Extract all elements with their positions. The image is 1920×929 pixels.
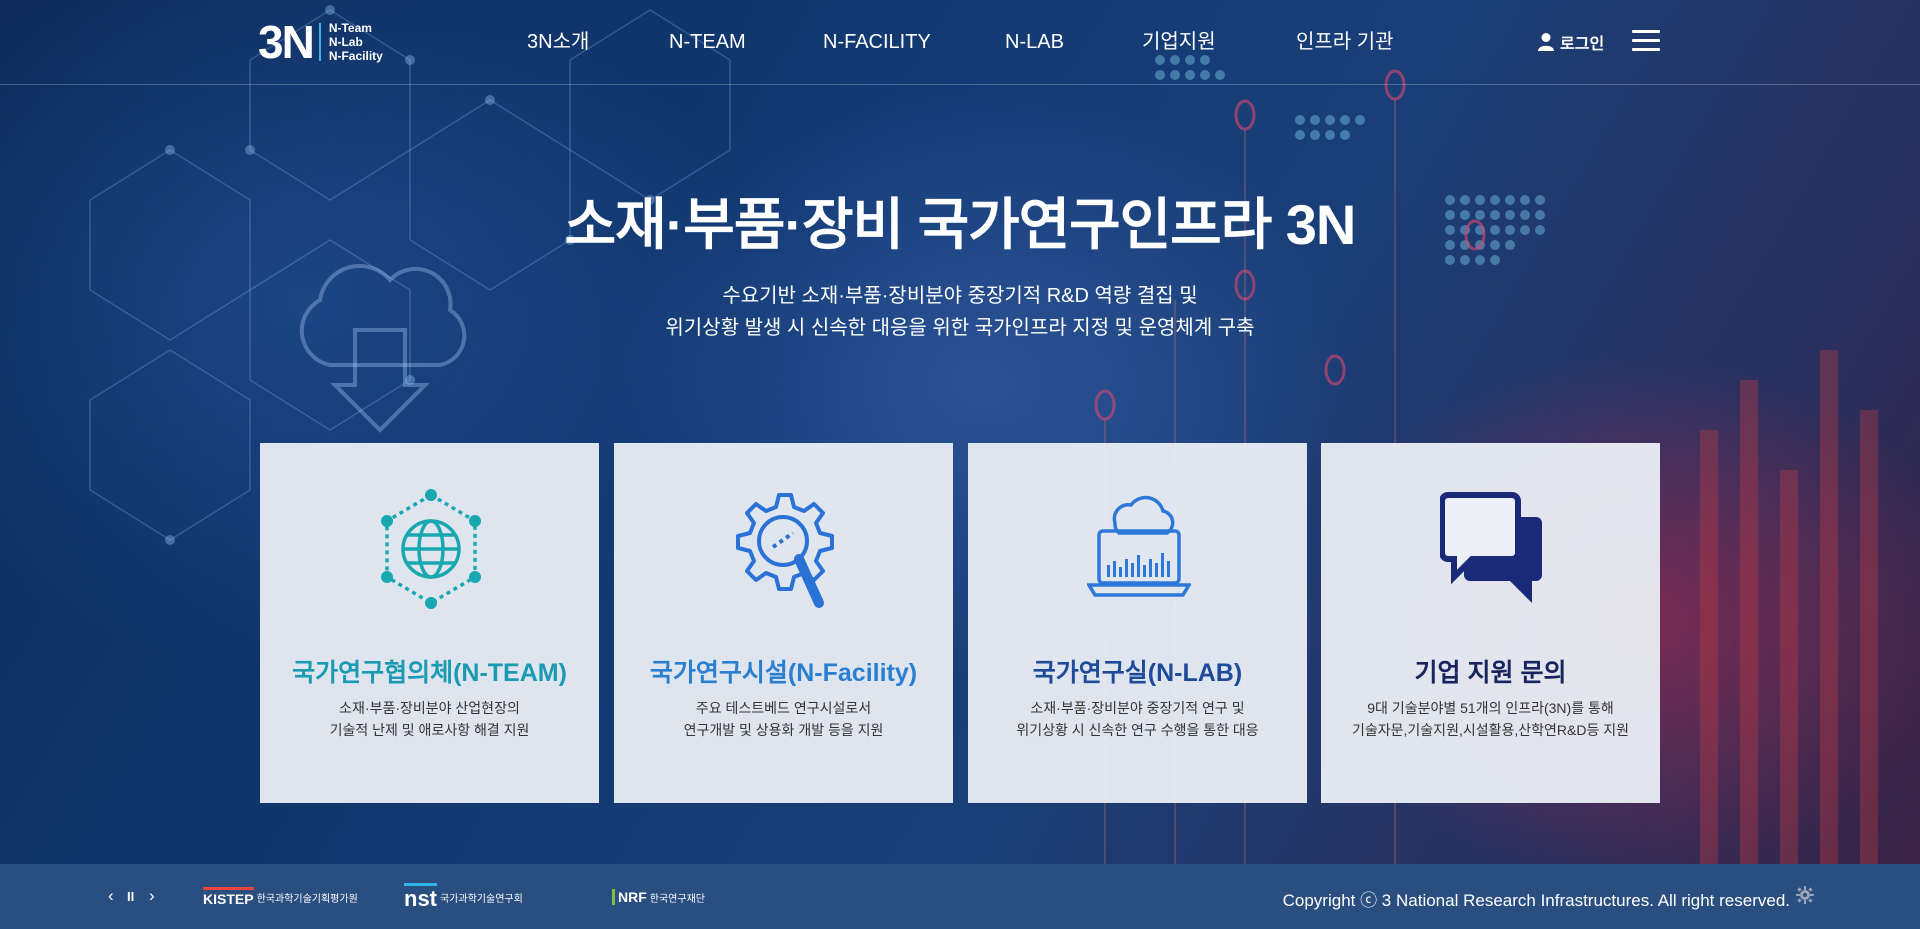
top-navigation-bar: 3N N-Team N-Lab N-Facility 3N소개 N-TEAM N… bbox=[0, 0, 1920, 85]
nav-item-n-lab[interactable]: N-LAB bbox=[1005, 28, 1064, 56]
card-desc-line-2: 기술적 난제 및 애로사항 해결 지원 bbox=[329, 722, 530, 738]
nav-item-n-team[interactable]: N-TEAM bbox=[669, 28, 746, 56]
card-title: 국가연구협의체(N-TEAM) bbox=[292, 659, 567, 687]
partner-name: 국가과학기술연구회 bbox=[440, 893, 523, 905]
nav-item-business-support[interactable]: 기업지원 bbox=[1142, 28, 1216, 56]
card-description: 9대 기술분야별 51개의 인프라(3N)를 통해 기술자문,기술지원,시설활용… bbox=[1321, 697, 1660, 741]
service-cards: 국가연구협의체(N-TEAM) 소재·부품·장비분야 산업현장의 기술적 난제 … bbox=[260, 443, 1660, 803]
card-title: 국가연구실(N-LAB) bbox=[1032, 659, 1243, 687]
nav-item-n-facility[interactable]: N-FACILITY bbox=[823, 28, 931, 56]
slide-prev-button[interactable]: ‹ bbox=[108, 886, 114, 906]
card-desc-line-1: 소재·부품·장비분야 중장기적 연구 및 bbox=[1030, 700, 1245, 716]
card-description: 소재·부품·장비분야 중장기적 연구 및 위기상황 시 신속한 연구 수행을 통… bbox=[968, 697, 1307, 741]
partner-name: 한국과학기술기획평가원 bbox=[256, 893, 358, 905]
hero-subtitle-line-2: 위기상황 발생 시 신속한 대응을 위한 국가인프라 지정 및 운영체계 구축 bbox=[665, 317, 1255, 339]
card-desc-line-1: 주요 테스트베드 연구시설로서 bbox=[695, 700, 872, 716]
hero-title: 소재·부품·장비 국가연구인프라 3N bbox=[564, 193, 1357, 256]
chat-bubbles-icon bbox=[1440, 492, 1542, 603]
hero-banner: 3N N-Team N-Lab N-Facility 3N소개 N-TEAM N… bbox=[0, 0, 1920, 864]
card-desc-line-2: 기술자문,기술지원,시설활용,산학연R&D등 지원 bbox=[1352, 722, 1629, 738]
hamburger-menu-icon[interactable] bbox=[1632, 30, 1660, 54]
card-n-team[interactable]: 국가연구협의체(N-TEAM) 소재·부품·장비분야 산업현장의 기술적 난제 … bbox=[260, 443, 599, 803]
logo-divider bbox=[318, 23, 321, 61]
card-desc-line-2: 연구개발 및 상용화 개발 등을 지원 bbox=[683, 722, 884, 738]
card-business-inquiry[interactable]: 기업 지원 문의 9대 기술분야별 51개의 인프라(3N)를 통해 기술자문,… bbox=[1321, 443, 1660, 803]
card-n-lab[interactable]: 국가연구실(N-LAB) 소재·부품·장비분야 중장기적 연구 및 위기상황 시… bbox=[968, 443, 1307, 803]
card-description: 주요 테스트베드 연구시설로서 연구개발 및 상용화 개발 등을 지원 bbox=[614, 697, 953, 741]
partner-mark: nst bbox=[404, 882, 437, 912]
login-label: 로그인 bbox=[1560, 36, 1605, 53]
partner-logo-nst[interactable]: nst 국가과학기술연구회 bbox=[404, 882, 523, 912]
logo-line-n-lab: N-Lab bbox=[328, 35, 363, 49]
copyright-text: Copyright ⓒ 3 National Research Infrastr… bbox=[1282, 891, 1790, 910]
logo-text: N-Team N-Lab N-Facility bbox=[329, 21, 383, 63]
card-desc-line-1: 소재·부품·장비분야 산업현장의 bbox=[339, 700, 520, 716]
partner-mark: KISTEP bbox=[203, 887, 254, 907]
site-logo[interactable]: 3N N-Team N-Lab N-Facility bbox=[258, 18, 383, 66]
network-globe-icon bbox=[381, 489, 481, 609]
card-n-facility[interactable]: 국가연구시설(N-Facility) 주요 테스트베드 연구시설로서 연구개발 … bbox=[614, 443, 953, 803]
gear-magnifier-icon bbox=[736, 493, 834, 608]
card-title: 국가연구시설(N-Facility) bbox=[649, 659, 918, 687]
slide-pause-button[interactable]: II bbox=[127, 887, 134, 907]
user-icon bbox=[1538, 33, 1554, 51]
card-desc-line-2: 위기상황 시 신속한 연구 수행을 통한 대응 bbox=[1016, 722, 1259, 738]
slide-next-button[interactable]: › bbox=[149, 886, 155, 906]
partner-logo-nrf[interactable]: NRF 한국연구재단 bbox=[612, 884, 705, 910]
card-title: 기업 지원 문의 bbox=[1414, 659, 1567, 687]
card-desc-line-1: 9대 기술분야별 51개의 인프라(3N)를 통해 bbox=[1367, 700, 1614, 716]
hero-subtitle: 수요기반 소재·부품·장비분야 중장기적 R&D 역량 결집 및 위기상황 발생… bbox=[0, 280, 1920, 344]
nav-item-3n-intro[interactable]: 3N소개 bbox=[527, 28, 589, 56]
card-description: 소재·부품·장비분야 산업현장의 기술적 난제 및 애로사항 해결 지원 bbox=[260, 697, 599, 741]
hero-subtitle-line-1: 수요기반 소재·부품·장비분야 중장기적 R&D 역량 결집 및 bbox=[722, 285, 1198, 307]
footer-bar: ‹ II › KISTEP 한국과학기술기획평가원 nst 국가과학기술연구회 … bbox=[0, 864, 1920, 929]
partner-logo-kistep[interactable]: KISTEP 한국과학기술기획평가원 bbox=[203, 884, 358, 910]
partner-name: 한국연구재단 bbox=[649, 893, 705, 905]
gear-icon[interactable] bbox=[1796, 886, 1814, 904]
partner-mark: NRF bbox=[612, 889, 647, 905]
logo-line-n-team: N-Team bbox=[328, 21, 372, 35]
cloud-laptop-icon bbox=[1087, 495, 1191, 597]
logo-mark: 3N bbox=[258, 16, 315, 68]
login-button[interactable]: 로그인 bbox=[1538, 30, 1604, 54]
logo-line-n-facility: N-Facility bbox=[328, 49, 383, 63]
nav-item-infra-institutions[interactable]: 인프라 기관 bbox=[1296, 28, 1394, 56]
